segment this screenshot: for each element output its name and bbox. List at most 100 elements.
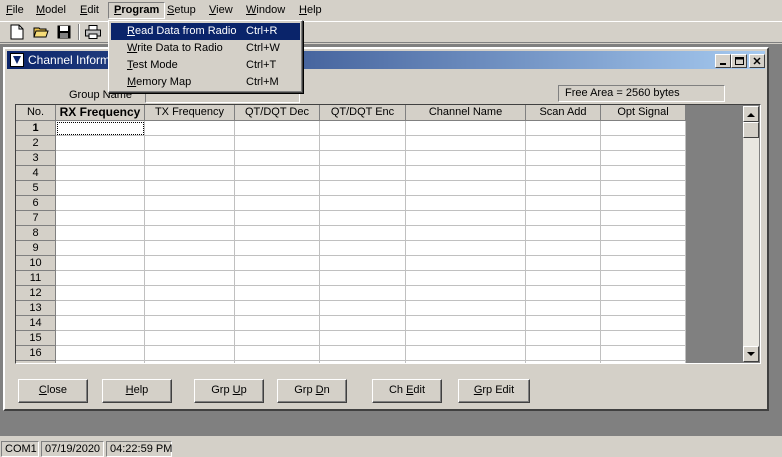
grid-cell[interactable] bbox=[145, 331, 235, 346]
grid-cell[interactable] bbox=[145, 136, 235, 151]
grid-cell[interactable] bbox=[56, 346, 145, 361]
grid-cell[interactable] bbox=[406, 256, 526, 271]
menu-edit[interactable]: Edit bbox=[75, 2, 104, 19]
grid-cell[interactable] bbox=[235, 136, 320, 151]
grid-cell[interactable] bbox=[526, 181, 601, 196]
grid-cell[interactable] bbox=[235, 316, 320, 331]
grid-cell[interactable] bbox=[601, 181, 686, 196]
grid-cell[interactable] bbox=[145, 121, 235, 136]
grid-cell[interactable] bbox=[406, 181, 526, 196]
grid-cell[interactable] bbox=[601, 226, 686, 241]
grid-cell[interactable] bbox=[320, 286, 406, 301]
grid-cell[interactable] bbox=[601, 331, 686, 346]
grid-cell[interactable] bbox=[145, 286, 235, 301]
grid-cell[interactable] bbox=[526, 271, 601, 286]
grid-cell[interactable] bbox=[320, 346, 406, 361]
grid-cell[interactable] bbox=[526, 331, 601, 346]
close-icon[interactable] bbox=[749, 54, 765, 68]
grid-cell[interactable] bbox=[526, 286, 601, 301]
col-header-qt-dec[interactable]: QT/DQT Dec bbox=[235, 105, 320, 121]
grid-cell[interactable] bbox=[406, 271, 526, 286]
grid-cell[interactable] bbox=[406, 301, 526, 316]
grid-cell[interactable] bbox=[56, 241, 145, 256]
grid-cell[interactable] bbox=[145, 181, 235, 196]
grid-cell[interactable] bbox=[320, 226, 406, 241]
grid-cell[interactable] bbox=[235, 361, 320, 363]
grid-cell[interactable] bbox=[56, 301, 145, 316]
grid-cell[interactable] bbox=[320, 211, 406, 226]
row-number[interactable]: 5 bbox=[16, 181, 56, 196]
grid-cell[interactable] bbox=[56, 151, 145, 166]
save-disk-icon[interactable] bbox=[55, 23, 73, 41]
grid-cell[interactable] bbox=[145, 346, 235, 361]
grid-cell[interactable] bbox=[56, 136, 145, 151]
row-number[interactable]: 13 bbox=[16, 301, 56, 316]
new-file-icon[interactable] bbox=[8, 23, 26, 41]
grid-cell[interactable] bbox=[320, 361, 406, 363]
col-header-qt-enc[interactable]: QT/DQT Enc bbox=[320, 105, 406, 121]
row-number[interactable]: 4 bbox=[16, 166, 56, 181]
row-number[interactable]: 11 bbox=[16, 271, 56, 286]
grid-cell[interactable] bbox=[601, 151, 686, 166]
grid-cell[interactable] bbox=[320, 241, 406, 256]
col-header-channel-name[interactable]: Channel Name bbox=[406, 105, 526, 121]
grid-cell[interactable] bbox=[145, 211, 235, 226]
row-number[interactable]: 15 bbox=[16, 331, 56, 346]
grid-cell[interactable] bbox=[526, 361, 601, 363]
grid-cell[interactable] bbox=[406, 346, 526, 361]
maximize-icon[interactable] bbox=[731, 54, 747, 68]
menu-setup[interactable]: Setup bbox=[162, 2, 201, 19]
grid-cell[interactable] bbox=[406, 226, 526, 241]
grid-cell[interactable] bbox=[406, 211, 526, 226]
grid-cell[interactable] bbox=[320, 136, 406, 151]
grid-cell[interactable] bbox=[235, 166, 320, 181]
menu-help[interactable]: Help bbox=[294, 2, 327, 19]
grid-cell[interactable] bbox=[145, 196, 235, 211]
grid-cell[interactable] bbox=[406, 286, 526, 301]
menu-file[interactable]: File bbox=[1, 2, 29, 19]
grid-cell[interactable] bbox=[320, 196, 406, 211]
grid-cell[interactable] bbox=[145, 361, 235, 363]
scroll-thumb[interactable] bbox=[743, 122, 759, 138]
grid-cell[interactable] bbox=[145, 226, 235, 241]
grid-cell[interactable] bbox=[526, 121, 601, 136]
close-button[interactable]: Close bbox=[18, 379, 88, 403]
row-number[interactable]: 7 bbox=[16, 211, 56, 226]
grid-cell[interactable] bbox=[56, 121, 145, 136]
minimize-icon[interactable] bbox=[715, 54, 731, 68]
grid-cell[interactable] bbox=[406, 166, 526, 181]
grid-cell[interactable] bbox=[406, 361, 526, 363]
grid-cell[interactable] bbox=[235, 181, 320, 196]
grid-cell[interactable] bbox=[601, 241, 686, 256]
grid-cell[interactable] bbox=[235, 301, 320, 316]
row-number[interactable]: 16 bbox=[16, 346, 56, 361]
grid-cell[interactable] bbox=[145, 271, 235, 286]
grid-cell[interactable] bbox=[235, 271, 320, 286]
grid-cell[interactable] bbox=[406, 331, 526, 346]
menu-item-test-mode[interactable]: Test Mode Ctrl+T bbox=[111, 57, 300, 74]
row-number[interactable]: 12 bbox=[16, 286, 56, 301]
grid-cell[interactable] bbox=[526, 136, 601, 151]
grid-cell[interactable] bbox=[526, 346, 601, 361]
row-number[interactable]: 3 bbox=[16, 151, 56, 166]
grid-cell[interactable] bbox=[601, 361, 686, 363]
grid-cell[interactable] bbox=[235, 226, 320, 241]
grid-cell[interactable] bbox=[320, 256, 406, 271]
grid-cell[interactable] bbox=[235, 241, 320, 256]
col-header-tx-frequency[interactable]: TX Frequency bbox=[145, 105, 235, 121]
grid-cell[interactable] bbox=[526, 316, 601, 331]
grid-cell[interactable] bbox=[235, 211, 320, 226]
grid-cell[interactable] bbox=[601, 196, 686, 211]
grid-cell[interactable] bbox=[320, 151, 406, 166]
scroll-down-icon[interactable] bbox=[743, 346, 759, 362]
row-number[interactable]: 2 bbox=[16, 136, 56, 151]
grid-cell[interactable] bbox=[601, 316, 686, 331]
col-header-opt-signal[interactable]: Opt Signal bbox=[601, 105, 686, 121]
grid-cell[interactable] bbox=[406, 121, 526, 136]
grid-cell[interactable] bbox=[601, 346, 686, 361]
grid-cell[interactable] bbox=[145, 151, 235, 166]
grid-cell[interactable] bbox=[145, 301, 235, 316]
grid-cell[interactable] bbox=[56, 256, 145, 271]
grid-cell[interactable] bbox=[601, 286, 686, 301]
row-number[interactable]: 10 bbox=[16, 256, 56, 271]
